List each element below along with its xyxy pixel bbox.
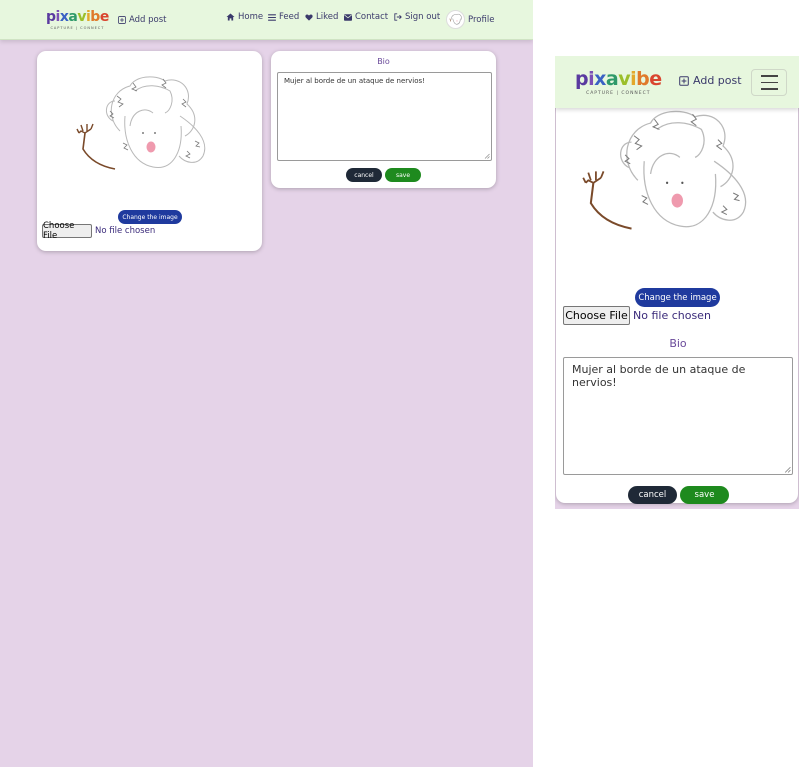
bio-textarea[interactable]: Mujer al borde de un ataque de nervios! (563, 357, 793, 475)
resize-grip-icon[interactable] (484, 153, 490, 159)
nav-liked-label: Liked (316, 12, 339, 22)
file-status: No file chosen (95, 226, 156, 236)
logo-tagline: CAPTURE | CONNECT (50, 26, 105, 30)
mobile-profile-card: Change the image Choose File No file cho… (556, 64, 798, 504)
logo-letter: e (99, 9, 110, 25)
nav-contact-label: Contact (355, 12, 389, 22)
mobile-navbar: pixavibe CAPTURE | CONNECT Add post (555, 56, 799, 108)
cancel-button[interactable]: cancel (346, 168, 382, 182)
nav-sign-out[interactable]: Sign out (394, 12, 440, 22)
file-status: No file chosen (633, 309, 711, 322)
plus-square-icon (679, 75, 689, 86)
logo-letter: x (594, 68, 606, 90)
hamburger-menu-button[interactable] (751, 69, 787, 96)
cancel-button[interactable]: cancel (628, 486, 677, 504)
profile-image-card: Change the image Choose File No file cho… (37, 51, 262, 251)
nav-liked[interactable]: Liked (305, 12, 338, 22)
bio-text: Mujer al borde de un ataque de nervios! (572, 363, 746, 389)
nav-sign-out-label: Sign out (405, 12, 441, 22)
bio-text: Mujer al borde de un ataque de nervios! (284, 77, 425, 85)
logo-letter: v (77, 9, 86, 25)
logo-letter: b (90, 9, 100, 25)
file-input[interactable]: Choose File No file chosen (42, 221, 156, 241)
choose-file-button[interactable]: Choose File (42, 221, 92, 241)
desktop-view: pixavibe CAPTURE | CONNECT Add post Home… (0, 0, 533, 767)
nav-add-post-label: Add post (129, 15, 167, 25)
plus-square-icon (118, 16, 126, 24)
brand-logo[interactable]: pixavibe CAPTURE | CONNECT (46, 10, 109, 30)
home-icon (226, 13, 235, 21)
bio-label: Bio (377, 57, 390, 66)
choose-file-button[interactable]: Choose File (563, 306, 630, 325)
save-button[interactable]: save (385, 168, 421, 182)
mobile-view: pixavibe CAPTURE | CONNECT Add post Chan… (555, 56, 799, 509)
logo-wordmark: pixavibe (575, 70, 662, 89)
mobile-brand-logo[interactable]: pixavibe CAPTURE | CONNECT (575, 70, 662, 97)
logo-letter: b (636, 68, 650, 90)
nav-contact[interactable]: Contact (344, 12, 388, 22)
nav-add-post[interactable]: Add post (118, 15, 167, 25)
heart-icon (305, 13, 313, 21)
nav-profile-label: Profile (468, 14, 495, 25)
logo-letter: e (649, 68, 662, 90)
nav-home-label: Home (238, 12, 264, 22)
envelope-icon (344, 13, 352, 21)
mobile-nav-add-post[interactable]: Add post (679, 74, 742, 87)
avatar (446, 10, 465, 29)
hamburger-bar (760, 81, 778, 84)
screenshot-stage: pixavibe CAPTURE | CONNECT Add post Home… (0, 0, 800, 767)
bio-textarea[interactable]: Mujer al borde de un ataque de nervios! (277, 72, 492, 161)
logo-tagline: CAPTURE | CONNECT (586, 91, 651, 96)
nav-feed[interactable]: Feed (268, 12, 299, 22)
hamburger-bar (760, 88, 778, 90)
profile-drawing (582, 110, 747, 230)
resize-grip-icon[interactable] (784, 466, 791, 473)
logo-letter: p (575, 68, 589, 90)
profile-drawing (76, 76, 206, 170)
file-input[interactable]: Choose File No file chosen (563, 306, 711, 325)
change-image-button[interactable]: Change the image (635, 288, 720, 307)
nav-feed-label: Feed (279, 12, 300, 22)
sign-out-icon (394, 13, 402, 21)
logo-letter: p (46, 9, 56, 25)
nav-add-post-label: Add post (693, 74, 742, 87)
top-navbar: pixavibe CAPTURE | CONNECT Add post Home… (0, 0, 533, 40)
bio-card: Bio Mujer al borde de un ataque de nervi… (271, 51, 496, 188)
logo-letter: x (59, 9, 69, 25)
nav-home[interactable]: Home (226, 12, 263, 22)
bars-icon (268, 13, 276, 21)
bio-label: Bio (669, 337, 687, 350)
logo-letter: a (605, 68, 619, 90)
save-button[interactable]: save (680, 486, 729, 504)
nav-profile[interactable]: Profile (446, 10, 494, 29)
logo-letter: a (68, 9, 78, 25)
hamburger-bar (760, 75, 778, 77)
logo-letter: v (618, 68, 631, 90)
logo-wordmark: pixavibe (46, 10, 109, 24)
change-image-button[interactable]: Change the image (118, 210, 182, 224)
